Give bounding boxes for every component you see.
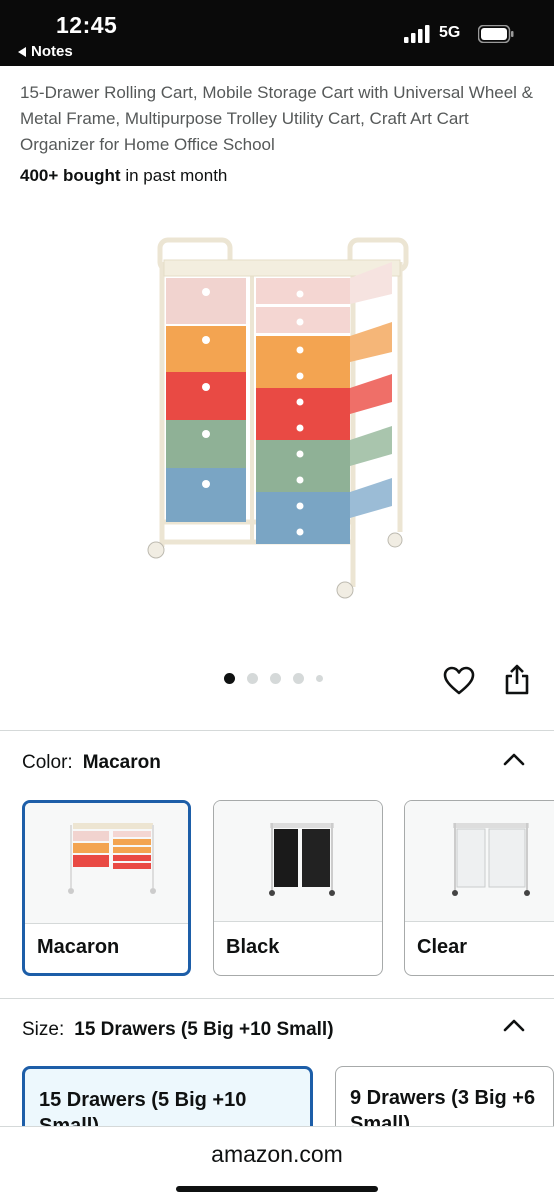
carousel-dot[interactable] [247, 673, 258, 684]
bought-count-bold: 400+ bought [20, 166, 121, 185]
carousel-dot[interactable] [270, 673, 281, 684]
chevron-up-icon[interactable] [503, 752, 525, 766]
network-type: 5G [439, 24, 461, 41]
size-label-text: Size: [22, 1019, 65, 1040]
product-title: 15-Drawer Rolling Cart, Mobile Storage C… [20, 83, 534, 154]
color-label-text: Color: [22, 752, 73, 773]
status-time: 12:45 [56, 12, 118, 38]
color-option-label: Clear [417, 936, 468, 958]
carousel-dot[interactable] [293, 673, 304, 684]
back-arrow-icon [18, 46, 26, 57]
swatch-divider [25, 923, 188, 924]
color-option-macaron[interactable]: Macaron [22, 800, 191, 976]
chevron-up-icon[interactable] [503, 1018, 525, 1032]
url-text[interactable]: amazon.com [0, 1141, 554, 1168]
back-to-notes-link[interactable]: Notes [18, 43, 73, 60]
size-selector-label: Size: 15 Drawers (5 Big +10 Small) [22, 1019, 334, 1041]
swatch-divider [405, 921, 554, 922]
divider [0, 998, 554, 999]
carousel-dot[interactable] [316, 675, 323, 682]
home-indicator[interactable] [176, 1186, 378, 1192]
status-bar: 12:45 Notes 5G [0, 0, 554, 66]
signal-icon [404, 25, 430, 43]
color-selected-value: Macaron [82, 752, 161, 773]
color-option-label: Black [226, 936, 280, 958]
share-icon[interactable] [503, 664, 531, 696]
color-option-black[interactable]: Black [213, 800, 383, 976]
image-carousel-dots[interactable] [224, 673, 323, 684]
battery-icon [478, 25, 514, 43]
bought-count: 400+ bought in past month [20, 164, 227, 188]
swatch-divider [214, 921, 382, 922]
browser-url-bar[interactable]: amazon.com [0, 1126, 554, 1200]
color-option-label: Macaron [37, 936, 120, 958]
carousel-dot[interactable] [224, 673, 235, 684]
color-thumbnail [25, 803, 188, 923]
bought-count-rest: in past month [120, 166, 228, 185]
color-thumbnail [405, 801, 554, 921]
divider [0, 730, 554, 731]
color-option-clear[interactable]: Clear [404, 800, 554, 976]
color-thumbnail [214, 801, 382, 921]
size-selected-value: 15 Drawers (5 Big +10 Small) [74, 1019, 334, 1040]
heart-icon[interactable] [443, 666, 475, 696]
back-label: Notes [31, 43, 73, 60]
product-image[interactable] [140, 222, 420, 622]
color-selector-label: Color: Macaron [22, 752, 161, 774]
